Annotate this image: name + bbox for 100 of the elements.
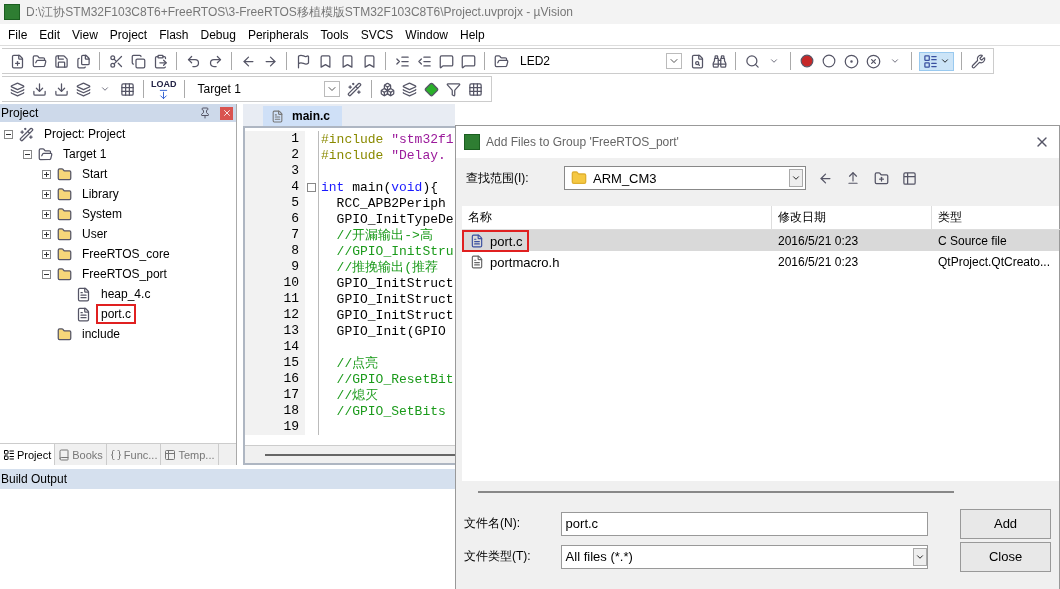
tree-item[interactable]: System: [77, 204, 127, 224]
cut-icon[interactable]: [107, 52, 125, 70]
code-line: //点亮: [335, 355, 379, 372]
magic-wand-icon[interactable]: [345, 80, 364, 98]
menu-item[interactable]: Tools: [314, 27, 355, 42]
tree-item[interactable]: Library: [77, 184, 124, 204]
code-line: //GPIO_InitStru: [335, 243, 454, 259]
panel-tab[interactable]: Temp...: [161, 444, 219, 465]
line-number: 10: [245, 275, 305, 291]
grid-icon[interactable]: [466, 80, 485, 98]
tree-item[interactable]: Start: [77, 164, 113, 184]
field-label: 文件名(N):: [464, 515, 521, 532]
code-line: GPIO_InitTypeDe: [335, 211, 454, 227]
line-number: 12: [245, 307, 305, 323]
expand-icon[interactable]: [42, 189, 51, 199]
table-cell-text: 2016/5/21 0:23: [777, 254, 860, 271]
tree-item[interactable]: Project: Project: [39, 124, 131, 144]
menu-item[interactable]: Edit: [33, 27, 67, 42]
tree-item[interactable]: Target 1: [58, 144, 112, 164]
close-icon[interactable]: [220, 106, 233, 120]
expand-icon[interactable]: [42, 229, 51, 239]
code-line: //熄灭: [335, 387, 379, 404]
line-number: 5: [245, 195, 305, 211]
code-line: int main(void){: [320, 179, 439, 195]
file-row[interactable]: port.c 2016/5/21 0:23 C Source file: [462, 230, 1059, 251]
load-button[interactable]: LOAD: [151, 78, 177, 100]
expand-icon[interactable]: [42, 209, 51, 219]
file-row[interactable]: portmacro.h 2016/5/21 0:23 QtProject.QtCreato...: [462, 251, 1059, 272]
code-line: GPIO_InitStruct: [335, 275, 454, 291]
collapse-icon[interactable]: [23, 149, 32, 159]
code-line: GPIO_InitStruct: [335, 291, 454, 307]
tree-item[interactable]: FreeRTOS_port: [77, 264, 172, 284]
file-name: port.c: [462, 230, 529, 252]
breakpoint-icon[interactable]: [798, 52, 816, 70]
line-number: 8: [245, 243, 305, 259]
tree-item[interactable]: FreeRTOS_core: [77, 244, 175, 264]
comment-icon[interactable]: [437, 52, 455, 70]
expand-icon[interactable]: [42, 249, 51, 259]
copy-icon[interactable]: [129, 52, 147, 70]
tree-item[interactable]: include: [77, 324, 126, 344]
find-field[interactable]: LED2: [514, 51, 684, 71]
diamond-icon[interactable]: [422, 80, 441, 98]
save-all-icon[interactable]: [74, 52, 92, 70]
editor-tab[interactable]: main.c: [263, 106, 342, 126]
collapse-icon[interactable]: [4, 129, 13, 139]
menu-item[interactable]: Peripherals: [241, 27, 315, 42]
panel-tab[interactable]: Books: [55, 444, 107, 465]
download-arrow-icon: [158, 88, 170, 100]
add-button[interactable]: Add: [960, 508, 1051, 539]
menu-item[interactable]: SVCS: [354, 27, 400, 42]
fold-icon[interactable]: [307, 182, 316, 192]
line-number: 17: [245, 387, 305, 403]
clear-breakpoints-icon[interactable]: [864, 52, 882, 70]
file-name: portmacro.h: [462, 251, 566, 273]
wrench-icon[interactable]: [969, 52, 987, 70]
dropdown-icon[interactable]: [913, 547, 928, 566]
folder-icon: [55, 245, 73, 263]
templates-icon: [164, 448, 177, 461]
menu-item[interactable]: Debug: [194, 27, 242, 42]
binoculars-icon[interactable]: [710, 52, 728, 70]
code-line: #include "Delay.: [320, 147, 446, 163]
components-icon[interactable]: [378, 80, 397, 98]
file-icon: [271, 109, 284, 123]
folder-icon: [55, 225, 73, 243]
save-icon[interactable]: [52, 52, 70, 70]
code-line: //开漏输出->高: [335, 227, 433, 244]
circle-icon[interactable]: [820, 52, 838, 70]
tree-item[interactable]: heap_4.c: [96, 284, 156, 304]
tree-item[interactable]: port.c: [96, 304, 136, 324]
window-title: D:\江协STM32F103C8T6+FreeRTOS\3-FreeRTOS移植模版STM32F103C8T6\Project.uvprojx - µVision: [26, 3, 573, 21]
line-number: 2: [245, 147, 305, 163]
panel-tab[interactable]: Project: [0, 444, 56, 465]
menu-item[interactable]: Help: [454, 27, 491, 42]
menu-item[interactable]: Project: [103, 27, 154, 42]
target-dropdown[interactable]: Target 1: [191, 79, 342, 99]
menu-item[interactable]: Window: [399, 27, 454, 42]
menu-item[interactable]: View: [66, 27, 104, 42]
find-in-files-icon[interactable]: [492, 52, 510, 70]
menu-item[interactable]: File: [2, 27, 34, 42]
open-folder-icon[interactable]: [30, 52, 48, 70]
look-in-dropdown[interactable]: ARM_CM3: [564, 166, 806, 190]
filename-field[interactable]: port.c: [560, 511, 929, 536]
new-folder-icon[interactable]: [872, 169, 890, 187]
expand-icon[interactable]: [42, 169, 51, 179]
table-cell-text: QtProject.QtCreato...: [937, 254, 1052, 271]
window-layout-button[interactable]: [919, 51, 954, 71]
view-menu-icon[interactable]: [900, 169, 918, 187]
panel-title: Build Output: [1, 472, 68, 486]
collapse-icon[interactable]: [42, 269, 51, 279]
tree-item[interactable]: User: [77, 224, 113, 244]
field-label: 文件类型(T):: [464, 548, 532, 565]
stack-icon[interactable]: [400, 80, 419, 98]
filetype-dropdown[interactable]: All files (*.*): [560, 544, 929, 569]
line-number: 14: [245, 339, 305, 355]
panel-tab[interactable]: Func...: [106, 444, 162, 465]
close-button[interactable]: Close: [960, 541, 1051, 572]
table-cell-text: C Source file: [937, 233, 1008, 250]
panel-title: Project: [1, 106, 39, 120]
filter-icon[interactable]: [444, 80, 463, 98]
menu-item[interactable]: Flash: [153, 27, 195, 42]
